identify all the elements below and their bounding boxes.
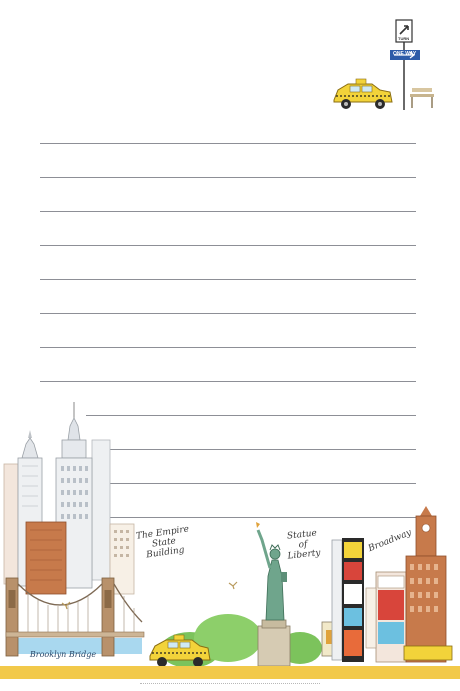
footer-strip xyxy=(0,666,460,679)
ruled-line xyxy=(40,381,416,382)
ruled-line xyxy=(40,177,416,178)
ruled-line xyxy=(40,347,416,348)
ruled-line xyxy=(40,313,416,314)
statue-of-liberty-label: Statue of Liberty xyxy=(277,527,330,562)
letter-sheet: TURN ONE WAY The Empire State Building S… xyxy=(0,0,460,691)
footer-fine-print xyxy=(140,683,320,686)
ruled-line xyxy=(40,245,416,246)
brooklyn-bridge-label: Brooklyn Bridge xyxy=(29,650,97,659)
one-way-sign-text: ONE WAY xyxy=(393,51,417,57)
ruled-line xyxy=(40,143,416,144)
ruled-line xyxy=(40,279,416,280)
street-corner-illustration xyxy=(333,19,434,110)
ruled-line xyxy=(40,211,416,212)
turn-sign-text: TURN xyxy=(398,36,410,41)
